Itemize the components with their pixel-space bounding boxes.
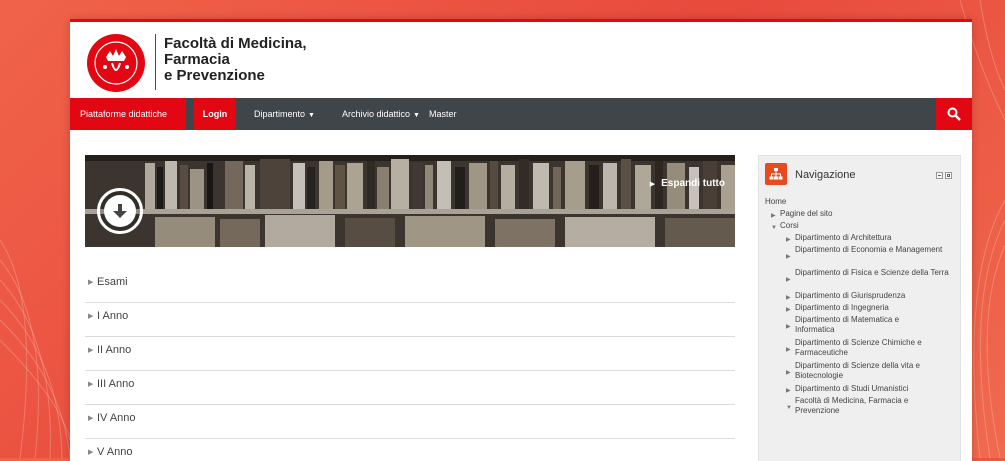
tree-item-home[interactable]: Home [765,197,955,209]
block-controls [936,172,952,179]
navigation-tree: Home ▶ Pagine del sito ▼ Corsi ▶ Diparti… [765,197,955,419]
tree-item-label: Home [765,197,787,206]
nav-item-dipartimento[interactable]: Dipartimento ▼ [246,98,323,130]
sitemap-icon [765,163,787,185]
tree-item-label: Dipartimento di Studi Umanistici [795,384,909,393]
section-iv-anno[interactable]: ▶ IV Anno [85,405,735,439]
triangle-right-icon: ▶ [771,213,776,219]
section-i-anno[interactable]: ▶ I Anno [85,303,735,337]
logo-divider [155,34,156,90]
tree-item-label: Pagine del sito [780,209,833,218]
triangle-right-icon: ▶ [88,347,94,354]
course-banner: ▶ Espandi tutto [85,155,735,247]
arrow-down-circle-icon [104,195,136,227]
tree-item-label: Facoltà di Medicina, Farmacia e Prevenzi… [795,396,909,415]
triangle-right-icon: ▶ [786,324,791,330]
caret-down-icon: ▼ [413,112,420,119]
tree-item-label: Dipartimento di Fisica e Scienze della T… [795,268,949,277]
tree-item-label: Dipartimento di Giurisprudenza [795,291,906,300]
course-sections: ▶ Esami ▶ I Anno ▶ II Anno ▶ III Anno ▶ … [85,269,735,461]
section-label: V Anno [97,446,133,458]
search-icon [947,107,961,121]
block-title: Navigazione [795,169,856,181]
section-iii-anno[interactable]: ▶ III Anno [85,371,735,405]
triangle-right-icon: ▶ [786,347,791,353]
collapse-block-icon[interactable] [936,172,943,179]
triangle-down-icon: ▼ [786,405,792,411]
section-esami[interactable]: ▶ Esami [85,269,735,303]
nav-item-label: Piattaforme didattiche [80,109,168,119]
nav-item-piattaforme[interactable]: Piattaforme didattiche [70,98,186,130]
faculty-name[interactable]: Facoltà di Medicina, Farmacia e Prevenzi… [164,36,307,84]
tree-item-label: Dipartimento di Economia e Management [795,245,943,254]
triangle-down-icon: ▼ [771,225,777,231]
triangle-right-icon: ▶ [88,449,94,456]
triangle-right-icon: ▶ [786,277,791,283]
section-label: Esami [97,276,128,288]
triangle-right-icon: ▶ [786,388,791,394]
nav-item-archivio[interactable]: Archivio didattico ▼ [334,98,428,130]
tree-item-label: Dipartimento di Ingegneria [795,303,889,312]
triangle-right-icon: ▶ [649,181,656,188]
tree-item-department[interactable]: ▶ Dipartimento di Economia e Management [786,245,955,268]
section-label: I Anno [97,310,129,322]
expand-all-label: Espandi tutto [661,178,725,189]
tree-item-department[interactable]: ▶ Dipartimento di Matematica e Informati… [786,315,935,338]
navigation-block: Navigazione Home ▶ Pagine del sito ▼ Cor… [758,155,961,461]
tree-item-label: Dipartimento di Scienze Chimiche e Farma… [795,338,922,357]
expand-all-link[interactable]: ▶ Espandi tutto [650,178,725,189]
tree-item-label: Dipartimento di Scienze della vita e Bio… [795,361,920,380]
triangle-right-icon: ▶ [88,313,94,320]
nav-item-label: Master [429,109,457,119]
tree-item-faculty[interactable]: ▼ Facoltà di Medicina, Farmacia e Preven… [786,396,945,419]
tree-item-courses[interactable]: ▼ Corsi [771,221,955,233]
section-label: III Anno [97,378,135,390]
triangle-right-icon: ▶ [786,307,791,313]
nav-item-login[interactable]: Login [194,98,236,130]
dock-block-icon[interactable] [945,172,952,179]
nav-item-label: Dipartimento [254,109,306,119]
bookshelf-image [85,155,735,247]
triangle-right-icon: ▶ [786,370,791,376]
section-label: II Anno [97,344,132,356]
university-logo[interactable] [86,33,146,93]
tree-item-label: Dipartimento di Matematica e Informatica [795,315,900,334]
site-header: Facoltà di Medicina, Farmacia e Prevenzi… [70,22,972,98]
search-button[interactable] [936,98,972,130]
triangle-right-icon: ▶ [88,415,94,422]
nav-item-label: Login [202,109,228,119]
nav-item-label: Archivio didattico [342,109,411,119]
navigation-block-header: Navigazione [759,156,960,192]
triangle-right-icon: ▶ [786,254,791,260]
tree-item-label: Dipartimento di Architettura [795,233,892,242]
tree-item-department[interactable]: ▶ Dipartimento di Giurisprudenza [786,291,955,303]
tree-item-department[interactable]: ▶ Dipartimento di Studi Umanistici [786,384,955,396]
expand-arrow-button[interactable] [97,188,143,234]
tree-item-department[interactable]: ▶ Dipartimento di Architettura [786,233,955,245]
triangle-right-icon: ▶ [786,295,791,301]
triangle-right-icon: ▶ [88,279,94,286]
tree-item-site-pages[interactable]: ▶ Pagine del sito [771,209,955,221]
triangle-right-icon: ▶ [786,237,791,243]
tree-item-department[interactable]: ▶ Dipartimento di Ingegneria [786,303,955,315]
page-container: Facoltà di Medicina, Farmacia e Prevenzi… [70,19,972,461]
tree-item-department[interactable]: ▶ Dipartimento di Scienze della vita e B… [786,361,955,384]
nav-item-master[interactable]: Master [421,98,465,130]
tree-item-department[interactable]: ▶ Dipartimento di Scienze Chimiche e Far… [786,338,955,361]
triangle-right-icon: ▶ [88,381,94,388]
main-navbar: Piattaforme didattiche Login Dipartiment… [70,98,972,130]
tree-item-department[interactable]: ▶ Dipartimento di Fisica e Scienze della… [786,268,955,291]
section-ii-anno[interactable]: ▶ II Anno [85,337,735,371]
tree-item-label: Corsi [780,221,799,230]
section-label: IV Anno [97,412,136,424]
caret-down-icon: ▼ [308,112,315,119]
